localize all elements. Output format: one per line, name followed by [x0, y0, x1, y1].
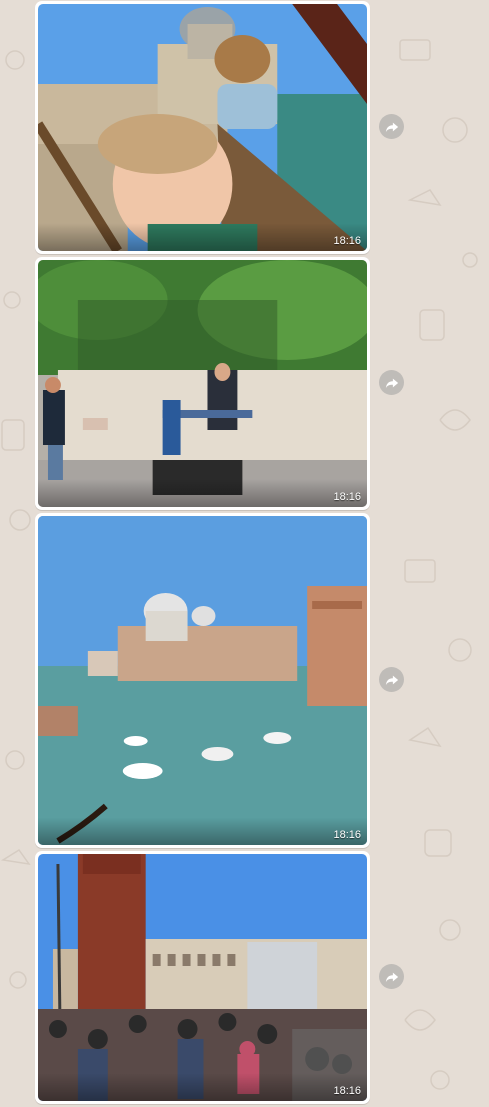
message-time: 18:16 — [333, 829, 361, 841]
chat-photo[interactable]: 18:16 — [38, 854, 367, 1101]
chat-photo[interactable]: 18:16 — [38, 260, 367, 507]
forward-arrow-icon — [385, 378, 398, 388]
forward-arrow-icon — [385, 122, 398, 132]
message-time: 18:16 — [333, 1085, 361, 1097]
forward-arrow-icon — [385, 972, 398, 982]
image-message[interactable]: 18:16 — [35, 851, 370, 1104]
photo-image — [38, 854, 367, 1101]
image-message[interactable]: 18:16 — [35, 1, 370, 254]
forward-button[interactable] — [379, 667, 404, 692]
forward-arrow-icon — [385, 675, 398, 685]
forward-button[interactable] — [379, 370, 404, 395]
chat-photo[interactable]: 18:16 — [38, 4, 367, 251]
forward-button[interactable] — [379, 964, 404, 989]
message-time: 18:16 — [333, 491, 361, 503]
image-message[interactable]: 18:16 — [35, 257, 370, 510]
chat-photo[interactable]: 18:16 — [38, 516, 367, 845]
photo-image — [38, 516, 367, 845]
message-time: 18:16 — [333, 235, 361, 247]
forward-button[interactable] — [379, 114, 404, 139]
photo-image — [38, 4, 367, 251]
image-message[interactable]: 18:16 — [35, 513, 370, 848]
photo-image — [38, 260, 367, 507]
